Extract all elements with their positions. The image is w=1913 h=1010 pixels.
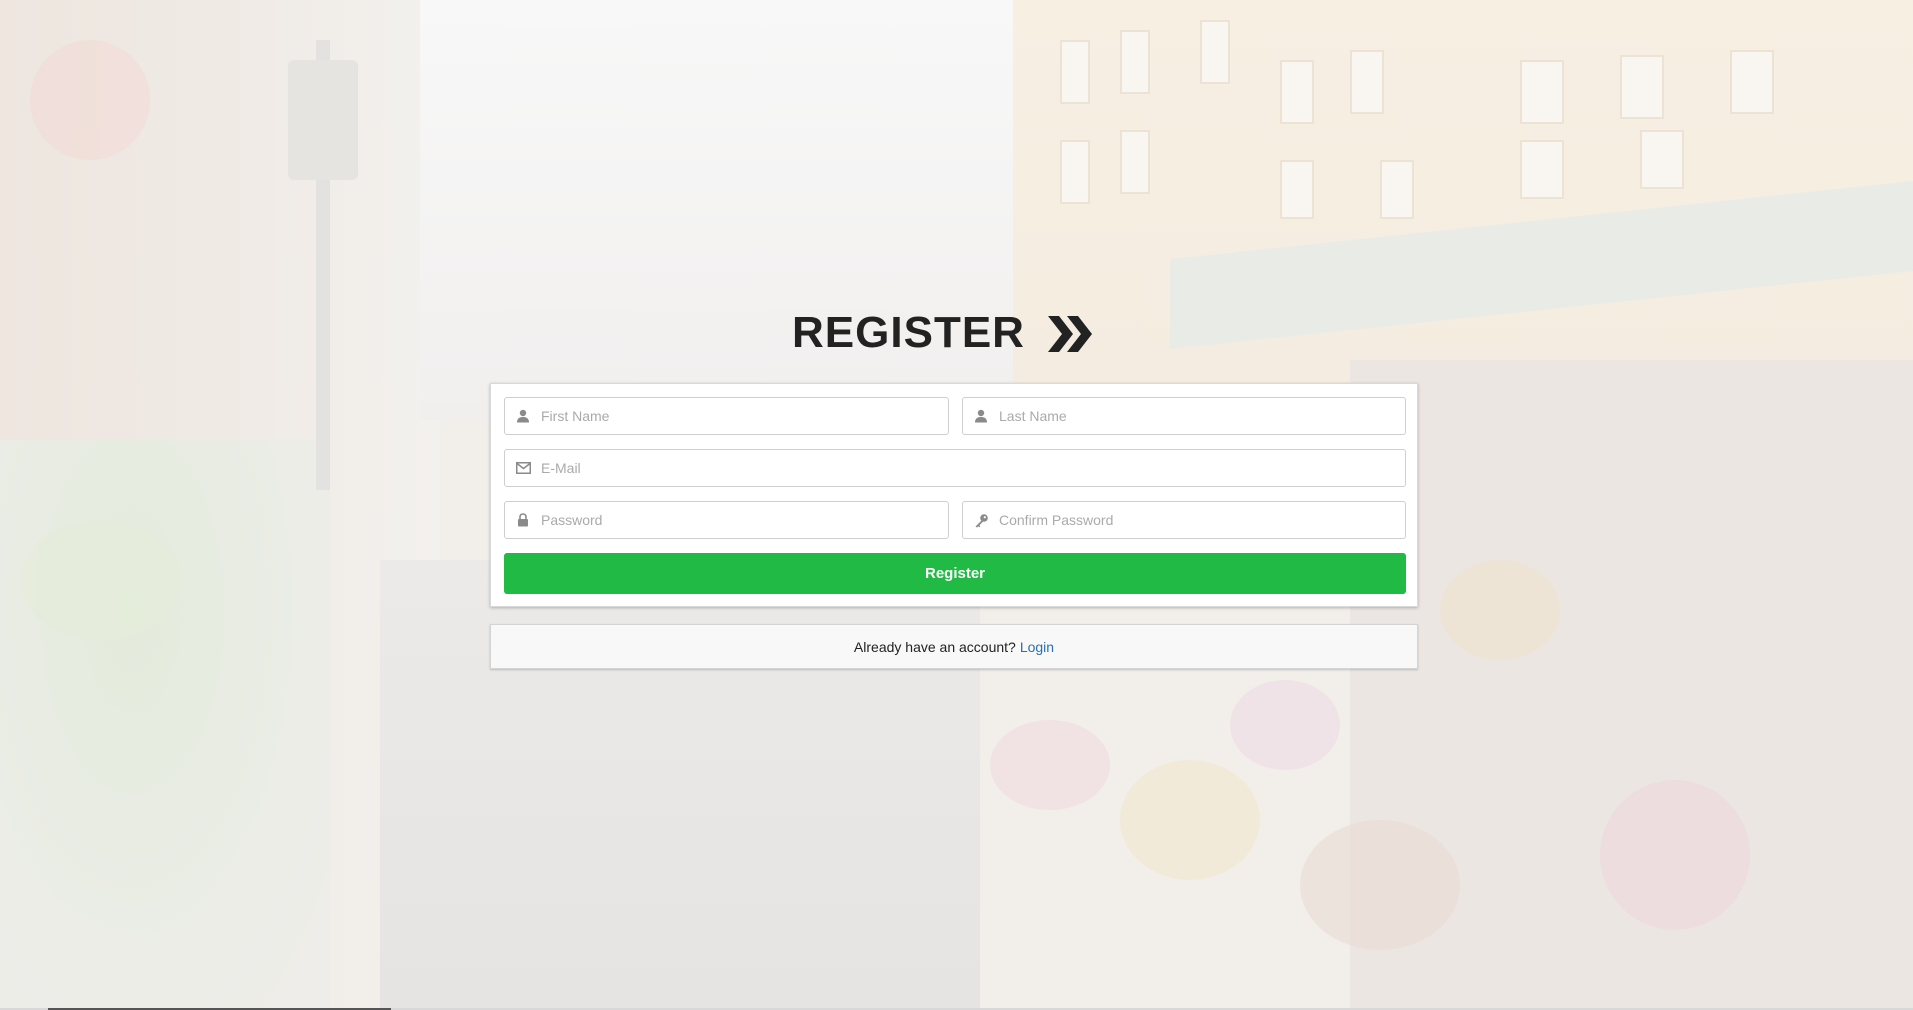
password-input[interactable] [541, 503, 948, 537]
page: REGISTER First Name Last Name E-Mail Reg… [0, 0, 1913, 1010]
register-view: REGISTER First Name Last Name E-Mail Reg… [0, 0, 1913, 1010]
password-field[interactable] [504, 501, 949, 539]
login-link[interactable]: Login [1020, 639, 1054, 655]
envelope-icon [505, 450, 541, 486]
login-prompt-text: Already have an account? [853, 638, 1016, 655]
double-chevron-right-icon [1045, 312, 1097, 356]
lock-icon [505, 502, 541, 538]
login-prompt-message: Already have an account? Login [490, 624, 1418, 669]
page-header: REGISTER [0, 303, 1913, 363]
confirm-password-input[interactable] [999, 503, 1405, 537]
page-title: REGISTER [792, 308, 1025, 357]
first-name-input[interactable] [541, 399, 948, 433]
last-name-input[interactable] [999, 399, 1405, 433]
email-input[interactable] [541, 451, 1405, 485]
user-icon [963, 398, 999, 434]
first-name-field[interactable] [504, 397, 949, 435]
register-button[interactable]: Register [504, 553, 1406, 594]
confirm-password-field[interactable] [962, 501, 1406, 539]
register-form: Register [490, 383, 1418, 607]
email-field[interactable] [504, 449, 1406, 487]
user-icon [505, 398, 541, 434]
last-name-field[interactable] [962, 397, 1406, 435]
key-icon [963, 502, 999, 538]
